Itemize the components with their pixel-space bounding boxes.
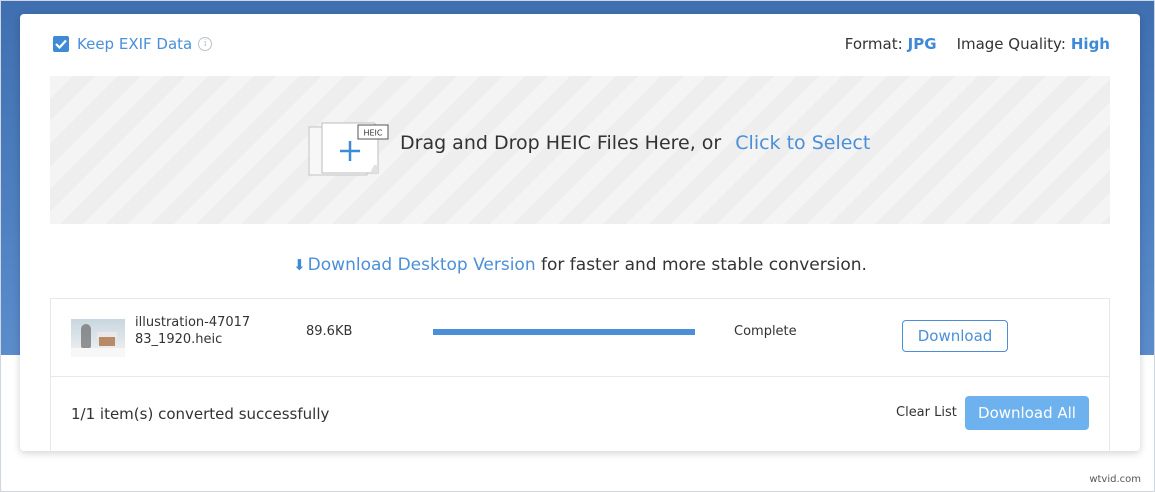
- click-to-select-link[interactable]: Click to Select: [735, 132, 870, 154]
- quality-value[interactable]: High: [1071, 35, 1110, 53]
- file-status: Complete: [734, 324, 797, 339]
- keep-exif-checkbox[interactable]: [53, 36, 69, 52]
- keep-exif-option[interactable]: Keep EXIF Data i: [53, 34, 213, 54]
- desktop-text: for faster and more stable conversion.: [535, 255, 867, 275]
- converter-card: Keep EXIF Data i Format: JPG Image Quali…: [20, 14, 1140, 452]
- conversion-summary: 1/1 item(s) converted successfully: [71, 405, 330, 423]
- quality-label: Image Quality:: [956, 35, 1066, 53]
- output-settings: Format: JPG Image Quality: High: [845, 34, 1110, 54]
- heic-badge: HEIC: [363, 129, 382, 138]
- drop-zone[interactable]: HEIC Drag and Drop HEIC Files Here, or C…: [50, 76, 1110, 224]
- progress-fill: [433, 329, 695, 335]
- file-row: illustration-4701783_1920.heic 89.6KB Co…: [51, 299, 1109, 377]
- checkmark-icon: [55, 39, 67, 49]
- file-list-panel: illustration-4701783_1920.heic 89.6KB Co…: [50, 298, 1110, 452]
- keep-exif-label: Keep EXIF Data: [77, 35, 193, 53]
- file-name: illustration-4701783_1920.heic: [135, 315, 251, 347]
- download-all-button[interactable]: Download All: [965, 396, 1089, 430]
- info-icon[interactable]: i: [198, 37, 213, 51]
- format-label: Format:: [844, 35, 903, 53]
- download-button[interactable]: Download: [902, 320, 1008, 352]
- arrow-down-icon: ⬇: [293, 256, 306, 274]
- heic-add-file-icon: HEIC: [308, 122, 389, 176]
- clear-list-button[interactable]: Clear List: [896, 405, 957, 420]
- watermark: wtvid.com: [1089, 474, 1141, 485]
- desktop-version-banner: ⬇ Download Desktop Version for faster and…: [20, 255, 1140, 275]
- progress-bar: [433, 329, 695, 335]
- format-value[interactable]: JPG: [908, 35, 937, 53]
- drop-instructions: Drag and Drop HEIC Files Here, or Click …: [400, 132, 870, 154]
- download-desktop-link[interactable]: Download Desktop Version: [308, 255, 536, 275]
- file-size: 89.6KB: [306, 324, 353, 339]
- drop-text: Drag and Drop HEIC Files Here, or: [400, 132, 722, 154]
- file-thumbnail: [71, 319, 125, 357]
